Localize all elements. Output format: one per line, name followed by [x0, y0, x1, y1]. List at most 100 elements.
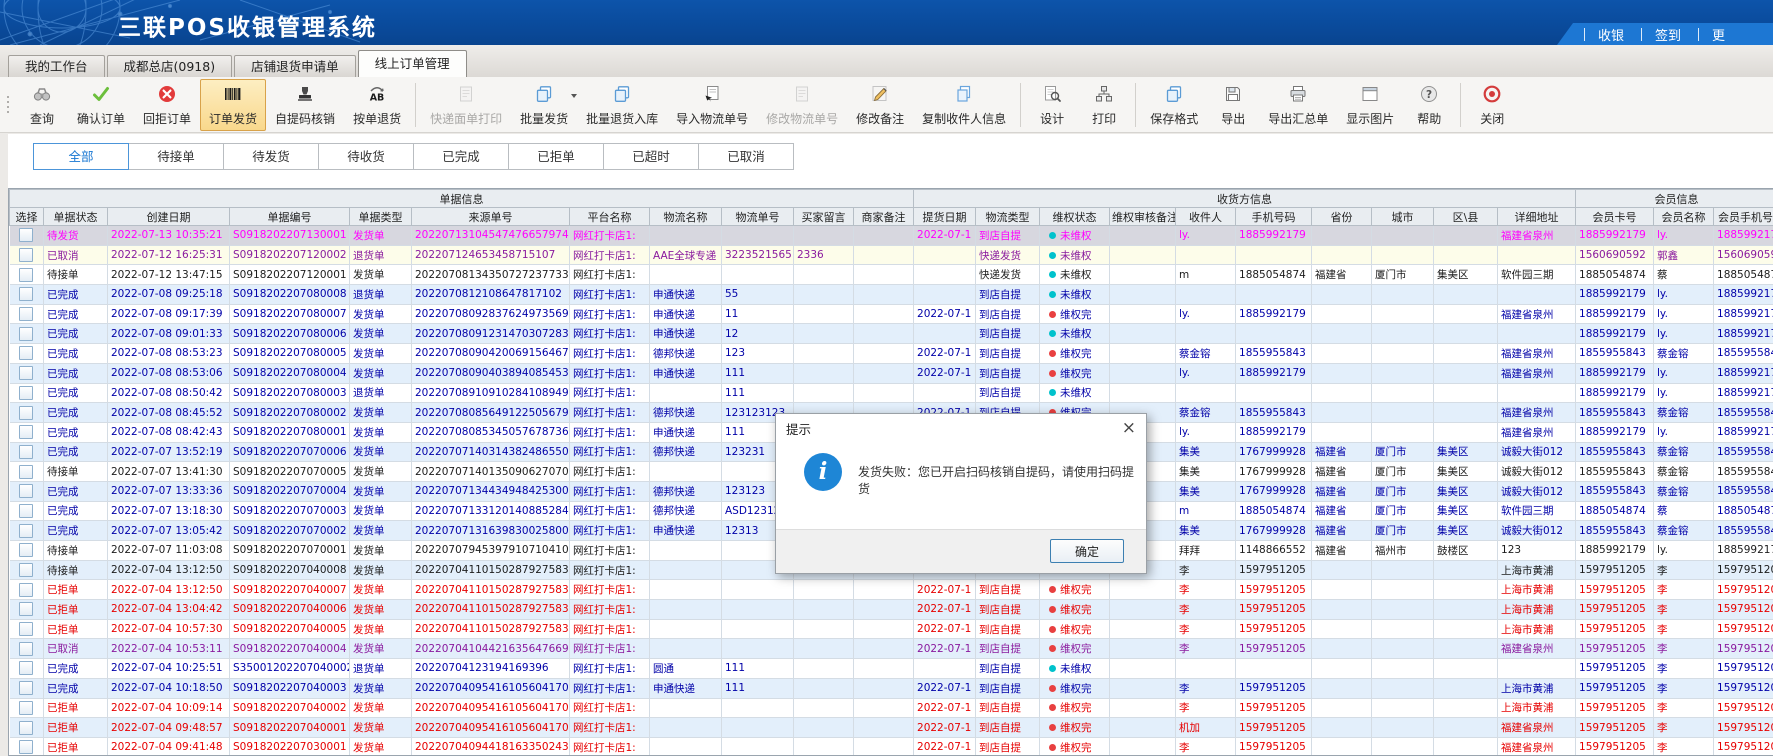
status-filter-tab[interactable]: 已取消: [698, 143, 794, 170]
status-filter-tab[interactable]: 待收货: [318, 143, 414, 170]
row-checkbox[interactable]: [19, 465, 33, 479]
batch-ship-button[interactable]: 批量发货: [511, 79, 577, 131]
table-row[interactable]: 已拒单2022-07-04 13:12:50S0918202207040007发…: [10, 580, 1773, 600]
query-button[interactable]: 查询: [16, 79, 68, 131]
row-checkbox[interactable]: [19, 287, 33, 301]
show-image-button[interactable]: 显示图片: [1337, 79, 1403, 131]
column-header[interactable]: 单据状态: [44, 208, 108, 226]
design-button[interactable]: 设计: [1026, 79, 1078, 131]
save-format-button[interactable]: 保存格式: [1141, 79, 1207, 131]
window-tab[interactable]: 店铺退货申请单: [234, 55, 356, 77]
column-header[interactable]: 提货日期: [914, 208, 976, 226]
quick-link[interactable]: 签到: [1655, 25, 1681, 44]
row-checkbox[interactable]: [19, 563, 33, 577]
close-button[interactable]: 关闭: [1466, 79, 1518, 131]
row-checkbox[interactable]: [19, 248, 33, 262]
column-header[interactable]: 会员卡号: [1576, 208, 1654, 226]
row-checkbox[interactable]: [19, 701, 33, 715]
column-header[interactable]: 选择: [10, 208, 44, 226]
column-header[interactable]: 维权审核备注: [1110, 208, 1176, 226]
table-row[interactable]: 已取消2022-07-12 16:25:31S0918202207120002退…: [10, 245, 1773, 265]
row-checkbox[interactable]: [19, 228, 33, 242]
window-tab[interactable]: 我的工作台: [8, 55, 105, 77]
row-checkbox[interactable]: [19, 366, 33, 380]
window-tab[interactable]: 线上订单管理: [358, 50, 467, 77]
table-row[interactable]: 已完成2022-07-08 08:53:23S0918202207080005发…: [10, 344, 1773, 364]
row-checkbox[interactable]: [19, 543, 33, 557]
close-icon[interactable]: ×: [1122, 420, 1136, 437]
row-checkbox[interactable]: [19, 406, 33, 420]
row-checkbox[interactable]: [19, 268, 33, 282]
toolbar-grip-handle[interactable]: [4, 88, 12, 122]
column-header[interactable]: 商家备注: [854, 208, 914, 226]
table-row[interactable]: 待接单2022-07-12 13:47:15S0918202207120001发…: [10, 265, 1773, 285]
export-summary-button[interactable]: 导出汇总单: [1259, 79, 1337, 131]
export-button[interactable]: 导出: [1207, 79, 1259, 131]
row-checkbox[interactable]: [19, 681, 33, 695]
quick-link[interactable]: 更: [1712, 25, 1725, 44]
column-header[interactable]: 会员名称: [1654, 208, 1714, 226]
print-button[interactable]: 打印: [1078, 79, 1130, 131]
row-checkbox[interactable]: [19, 346, 33, 360]
quick-link[interactable]: 收银: [1598, 25, 1624, 44]
row-checkbox[interactable]: [19, 327, 33, 341]
status-filter-tab[interactable]: 待发货: [223, 143, 319, 170]
table-row[interactable]: 待发货2022-07-13 10:35:21S0918202207130001发…: [10, 226, 1773, 246]
row-checkbox[interactable]: [19, 524, 33, 538]
column-header[interactable]: 城市: [1372, 208, 1434, 226]
row-checkbox[interactable]: [19, 721, 33, 735]
column-header[interactable]: 物流类型: [976, 208, 1040, 226]
table-row[interactable]: 已完成2022-07-08 08:50:42S0918202207080003退…: [10, 383, 1773, 403]
window-tab[interactable]: 成都总店(0918): [107, 55, 233, 77]
row-checkbox[interactable]: [19, 386, 33, 400]
row-checkbox[interactable]: [19, 642, 33, 656]
row-checkbox[interactable]: [19, 504, 33, 518]
status-filter-tab[interactable]: 全部: [33, 143, 129, 170]
status-filter-tab[interactable]: 已超时: [603, 143, 699, 170]
status-filter-tab[interactable]: 已完成: [413, 143, 509, 170]
table-row[interactable]: 已完成2022-07-08 09:17:39S0918202207080007发…: [10, 304, 1773, 324]
row-checkbox[interactable]: [19, 740, 33, 754]
column-header[interactable]: 买家留言: [794, 208, 854, 226]
row-checkbox[interactable]: [19, 602, 33, 616]
row-checkbox[interactable]: [19, 307, 33, 321]
row-checkbox[interactable]: [19, 583, 33, 597]
column-header[interactable]: 会员手机号: [1714, 208, 1773, 226]
row-checkbox[interactable]: [19, 425, 33, 439]
column-header[interactable]: 平台名称: [570, 208, 650, 226]
edit-note-button[interactable]: 修改备注: [847, 79, 913, 131]
table-row[interactable]: 已拒单2022-07-04 09:41:48S0918202207030001发…: [10, 737, 1773, 756]
table-row[interactable]: 已拒单2022-07-04 09:48:57S0918202207040001发…: [10, 718, 1773, 738]
batch-return-inbound-button[interactable]: 批量退货入库: [577, 79, 667, 131]
row-checkbox[interactable]: [19, 484, 33, 498]
column-header[interactable]: 手机号码: [1236, 208, 1312, 226]
table-row[interactable]: 已拒单2022-07-04 13:04:42S0918202207040006发…: [10, 600, 1773, 620]
column-header[interactable]: 创建日期: [108, 208, 230, 226]
column-header[interactable]: 区\县: [1434, 208, 1498, 226]
row-checkbox[interactable]: [19, 445, 33, 459]
column-header[interactable]: 单据类型: [350, 208, 412, 226]
ok-button[interactable]: 确定: [1050, 539, 1124, 563]
column-header[interactable]: 物流名称: [650, 208, 722, 226]
table-row[interactable]: 已完成2022-07-04 10:25:51S35001202207040002…: [10, 659, 1773, 679]
table-row[interactable]: 已完成2022-07-08 09:25:18S0918202207080008退…: [10, 285, 1773, 305]
column-header[interactable]: 维权状态: [1040, 208, 1110, 226]
return-by-order-button[interactable]: AB按单退货: [344, 79, 410, 131]
table-row[interactable]: 已取消2022-07-04 10:53:11S0918202207040004发…: [10, 639, 1773, 659]
row-checkbox[interactable]: [19, 622, 33, 636]
row-checkbox[interactable]: [19, 661, 33, 675]
column-header[interactable]: 详细地址: [1498, 208, 1576, 226]
copy-recipient-button[interactable]: 复制收件人信息: [913, 79, 1015, 131]
column-header[interactable]: 收件人: [1176, 208, 1236, 226]
status-filter-tab[interactable]: 待接单: [128, 143, 224, 170]
column-header[interactable]: 来源单号: [412, 208, 570, 226]
status-filter-tab[interactable]: 已拒单: [508, 143, 604, 170]
reject-order-button[interactable]: 回拒订单: [134, 79, 200, 131]
table-row[interactable]: 已拒单2022-07-04 10:57:30S0918202207040005发…: [10, 619, 1773, 639]
column-header[interactable]: 单据编号: [230, 208, 350, 226]
column-header[interactable]: 物流单号: [722, 208, 794, 226]
pickup-code-verify-button[interactable]: 自提码核销: [266, 79, 344, 131]
import-tracking-button[interactable]: 导入物流单号: [667, 79, 757, 131]
help-button[interactable]: ?帮助: [1403, 79, 1455, 131]
table-row[interactable]: 已拒单2022-07-04 10:09:14S0918202207040002发…: [10, 698, 1773, 718]
